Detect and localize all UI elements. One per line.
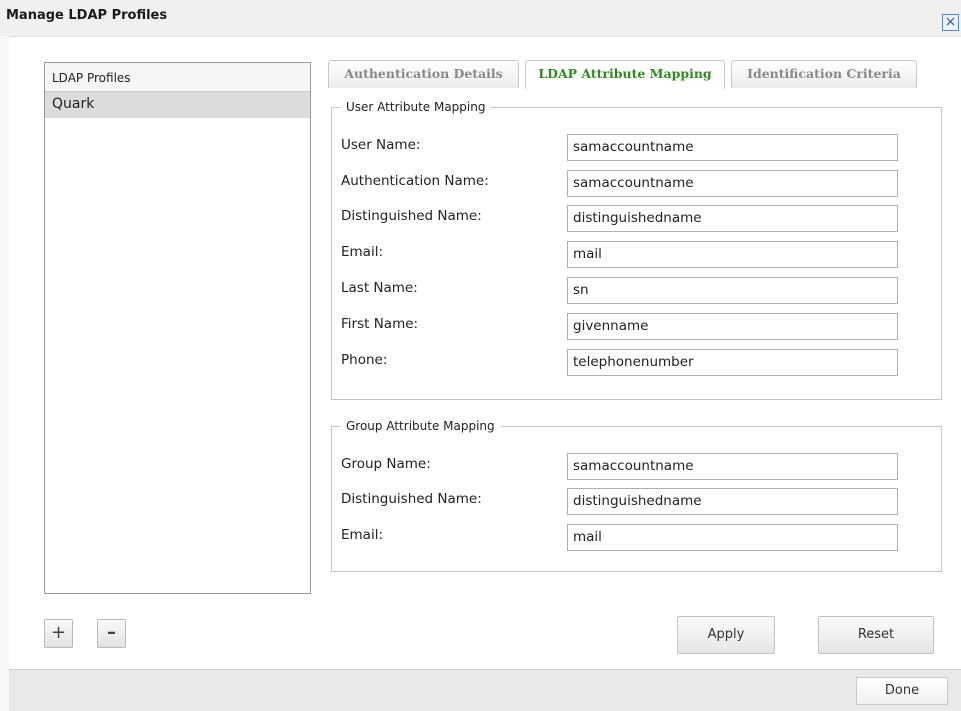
phone-label: Phone: bbox=[341, 352, 388, 368]
tab-identification-criteria[interactable]: Identification Criteria bbox=[731, 60, 917, 88]
distinguished-name-input[interactable]: distinguishedname bbox=[567, 205, 898, 232]
email-input[interactable]: mail bbox=[567, 241, 898, 268]
reset-button[interactable]: Reset bbox=[818, 616, 934, 654]
group-name-row: Group Name: samaccountname bbox=[332, 453, 941, 481]
last-name-row: Last Name: sn bbox=[332, 277, 941, 305]
user-name-row: User Name: samaccountname bbox=[332, 134, 941, 162]
done-button[interactable]: Done bbox=[856, 677, 948, 705]
group-attribute-mapping-legend: Group Attribute Mapping bbox=[340, 419, 501, 433]
tab-ldap-attribute-mapping[interactable]: LDAP Attribute Mapping bbox=[525, 60, 725, 89]
apply-button[interactable]: Apply bbox=[677, 616, 775, 654]
tab-authentication-details[interactable]: Authentication Details bbox=[328, 60, 519, 88]
group-name-input[interactable]: samaccountname bbox=[567, 453, 898, 480]
add-profile-button[interactable]: + bbox=[44, 619, 73, 648]
group-distinguished-name-input[interactable]: distinguishedname bbox=[567, 488, 898, 515]
manage-ldap-profiles-dialog: Manage LDAP Profiles × LDAP Profiles Qua… bbox=[0, 0, 961, 711]
group-attribute-mapping-group: Group Attribute Mapping Group Name: sama… bbox=[331, 419, 942, 572]
group-email-row: Email: mail bbox=[332, 524, 941, 552]
first-name-input[interactable]: givenname bbox=[567, 313, 898, 340]
ldap-profiles-header: LDAP Profiles bbox=[45, 63, 310, 92]
dialog-footer: Done bbox=[9, 669, 961, 711]
ldap-profiles-list: LDAP Profiles Quark bbox=[44, 62, 311, 594]
group-distinguished-name-label: Distinguished Name: bbox=[341, 491, 482, 507]
dialog-content: LDAP Profiles Quark + – Authentication D… bbox=[9, 36, 961, 669]
authentication-name-row: Authentication Name: samaccountname bbox=[332, 170, 941, 198]
user-name-input[interactable]: samaccountname bbox=[567, 134, 898, 161]
user-attribute-mapping-group: User Attribute Mapping User Name: samacc… bbox=[331, 100, 942, 400]
email-label: Email: bbox=[341, 244, 384, 260]
email-row: Email: mail bbox=[332, 241, 941, 269]
title-bar: Manage LDAP Profiles × bbox=[0, 0, 961, 36]
distinguished-name-label: Distinguished Name: bbox=[341, 208, 482, 224]
profile-item-quark[interactable]: Quark bbox=[45, 92, 310, 118]
group-email-label: Email: bbox=[341, 527, 384, 543]
dialog-title: Manage LDAP Profiles bbox=[6, 8, 168, 23]
user-name-label: User Name: bbox=[341, 137, 421, 153]
group-email-input[interactable]: mail bbox=[567, 524, 898, 551]
group-name-label: Group Name: bbox=[341, 456, 431, 472]
group-distinguished-name-row: Distinguished Name: distinguishedname bbox=[332, 488, 941, 516]
first-name-label: First Name: bbox=[341, 316, 419, 332]
distinguished-name-row: Distinguished Name: distinguishedname bbox=[332, 205, 941, 233]
authentication-name-input[interactable]: samaccountname bbox=[567, 170, 898, 197]
phone-row: Phone: telephonenumber bbox=[332, 349, 941, 377]
phone-input[interactable]: telephonenumber bbox=[567, 349, 898, 376]
last-name-label: Last Name: bbox=[341, 280, 418, 296]
close-icon[interactable]: × bbox=[942, 14, 959, 31]
remove-profile-button[interactable]: – bbox=[97, 619, 126, 648]
authentication-name-label: Authentication Name: bbox=[341, 173, 489, 189]
last-name-input[interactable]: sn bbox=[567, 277, 898, 304]
user-attribute-mapping-legend: User Attribute Mapping bbox=[340, 100, 492, 114]
first-name-row: First Name: givenname bbox=[332, 313, 941, 341]
